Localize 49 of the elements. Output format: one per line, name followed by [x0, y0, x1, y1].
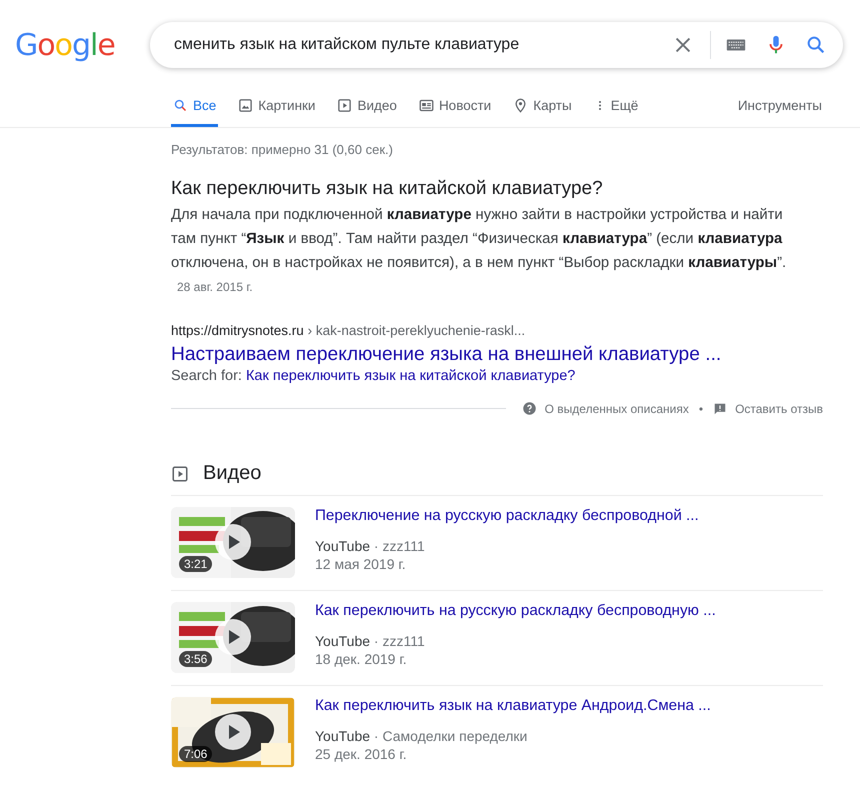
- snippet-text: Для начала при подключенной клавиатуре нужно зайти в настройки устройства и найти там пункт “Язык и ввод”. Там найти раздел “Физическая клавиатура” (если клавиатура отключена, он в настройках не появится), а в нем пункт “Выбор раскладки клавиатуры”.: [171, 207, 786, 271]
- snippet-question: Как переключить язык на китайской клавиатуре?: [171, 178, 604, 200]
- video-duration: 3:21: [179, 556, 212, 572]
- search-for-link[interactable]: Как переключить язык на китайской клавиатуре?: [246, 368, 576, 384]
- feedback-icon: [713, 402, 728, 416]
- tools-button[interactable]: Инструменты: [738, 83, 822, 127]
- video-title[interactable]: Как переключить язык на клавиатуре Андроид.Смена ...: [315, 697, 711, 714]
- search-tab[interactable]: Ещё: [592, 83, 640, 127]
- play-square-icon: [337, 98, 352, 112]
- video-source: YouTube: [315, 728, 370, 744]
- play-icon[interactable]: [215, 524, 251, 560]
- result-url: https://dmitrysnotes.ru: [171, 323, 304, 338]
- play-icon[interactable]: [215, 619, 251, 655]
- video-source: YouTube: [315, 538, 370, 554]
- location-pin-icon: [513, 98, 528, 112]
- video-duration: 7:06: [179, 746, 212, 762]
- video-duration: 3:56: [179, 651, 212, 667]
- newspaper-icon: [418, 98, 434, 112]
- play-square-icon: [171, 464, 189, 482]
- video-title[interactable]: Как переключить на русскую раскладку беспроводную ...: [315, 602, 716, 619]
- search-tab[interactable]: Карты: [511, 83, 574, 127]
- about-snippets-button[interactable]: О выделенных описаниях: [522, 401, 689, 416]
- search-icon[interactable]: [805, 34, 827, 56]
- video-date: 18 дек. 2019 г.: [315, 651, 408, 667]
- video-date: 25 дек. 2016 г.: [315, 746, 408, 762]
- play-icon[interactable]: [215, 714, 251, 750]
- help-icon: [522, 401, 537, 416]
- section-heading: Видео: [203, 462, 262, 485]
- search-icon: [173, 98, 188, 112]
- search-tab[interactable]: Все: [171, 83, 218, 127]
- video-source: YouTube: [315, 633, 370, 649]
- video-channel: · zzz111: [374, 633, 425, 649]
- image-icon: [238, 98, 254, 112]
- video-title[interactable]: Переключение на русскую раскладку беспроводной ...: [315, 507, 699, 524]
- snippet-date: 28 авг. 2015 г.: [177, 279, 253, 296]
- google-logo[interactable]: Google: [15, 28, 150, 62]
- result-stats: Результатов: примерно 31 (0,60 сек.): [171, 142, 394, 157]
- search-for-label: Search for:: [171, 368, 242, 384]
- feedback-button[interactable]: Оставить отзыв: [713, 402, 823, 416]
- separator-dot: •: [698, 402, 704, 416]
- search-tab[interactable]: Картинки: [236, 83, 318, 127]
- result-link[interactable]: Настраиваем переключение языка на внешней клавиатуре ...: [171, 344, 722, 366]
- search-tab[interactable]: Новости: [416, 83, 494, 127]
- video-date: 12 мая 2019 г.: [315, 556, 407, 572]
- breadcrumb: › kak-nastroit-pereklyuchenie-raskl...: [308, 323, 526, 338]
- search-input[interactable]: сменить язык на китайском пульте клавиатуре: [172, 35, 672, 55]
- search-tab[interactable]: Видео: [335, 83, 399, 127]
- video-channel: · zzz111: [374, 538, 425, 554]
- video-channel: · Самоделки переделки: [374, 728, 528, 744]
